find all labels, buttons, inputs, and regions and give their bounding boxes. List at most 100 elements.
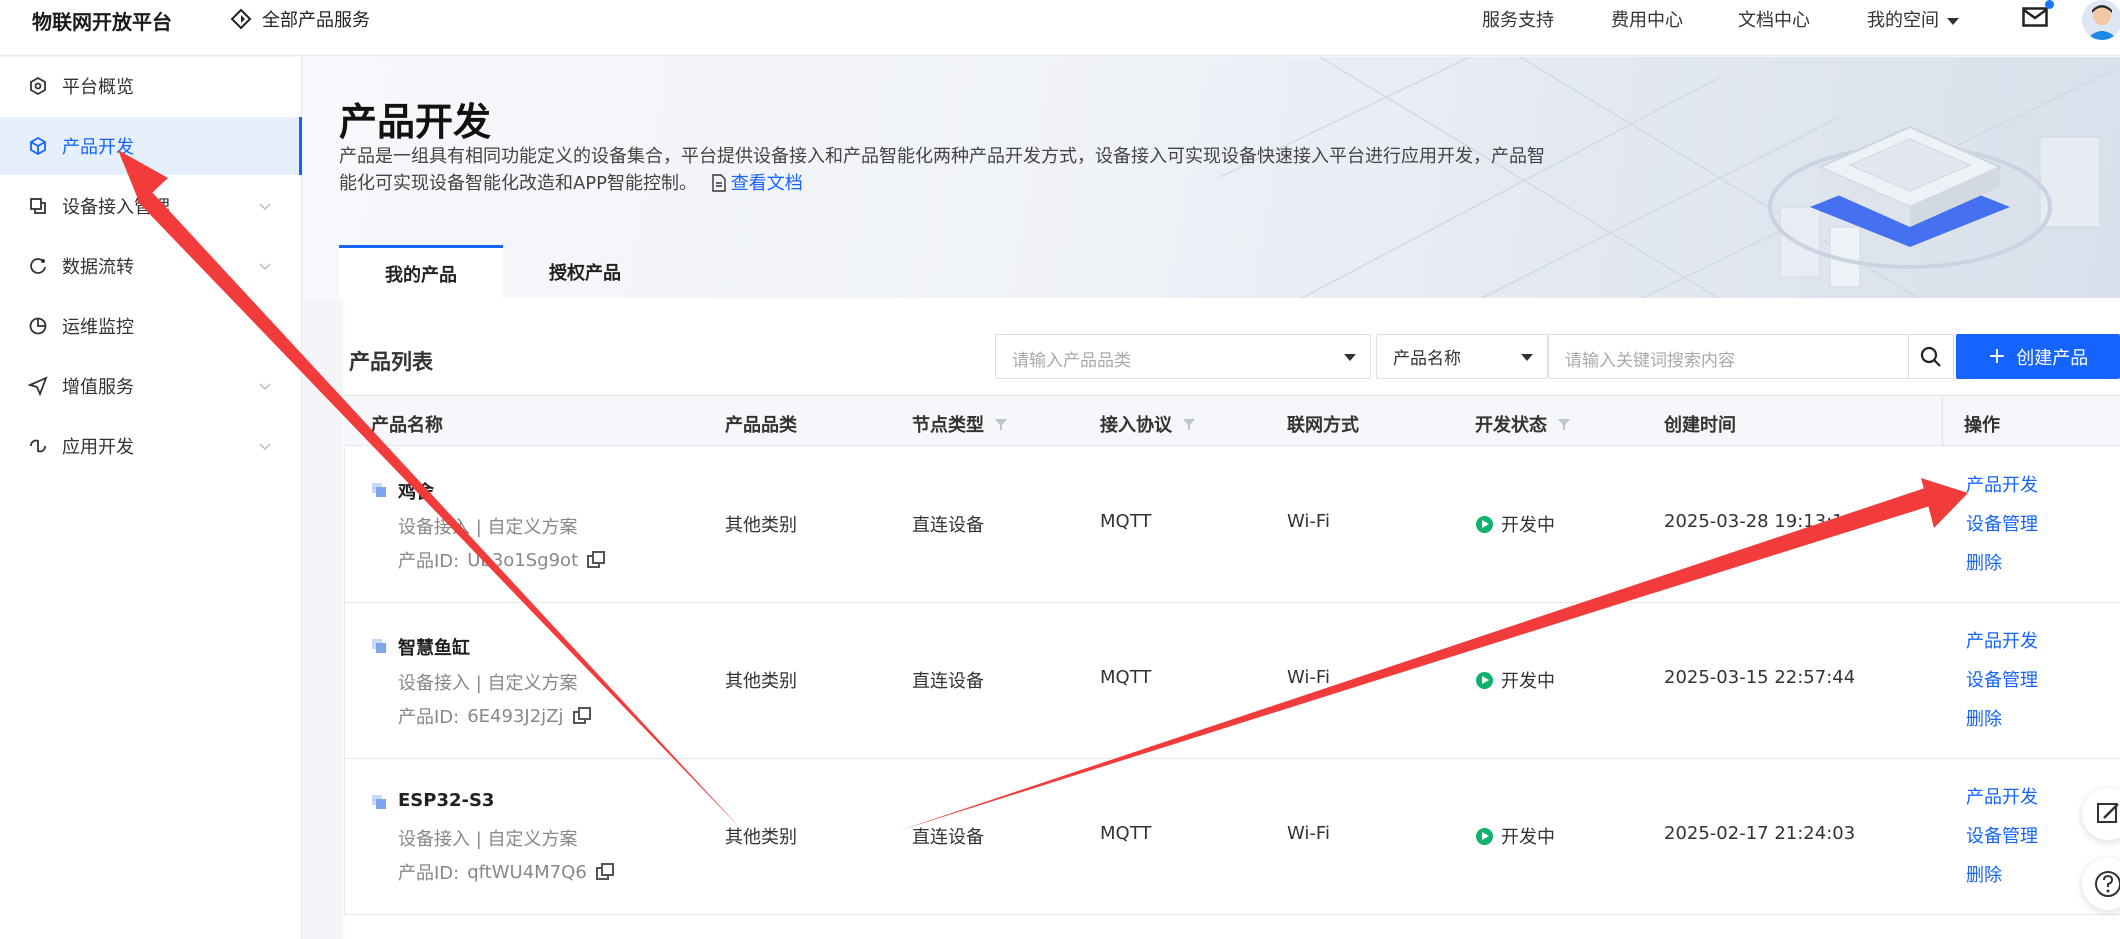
- nav-my-space[interactable]: 我的空间: [1867, 6, 1959, 32]
- copy-icon[interactable]: [595, 862, 615, 882]
- action-product-dev[interactable]: 产品开发: [1966, 627, 2038, 653]
- search-field-select[interactable]: 产品名称: [1376, 334, 1548, 379]
- product-category: 其他类别: [725, 515, 797, 536]
- action-device-manage[interactable]: 设备管理: [1966, 666, 2038, 692]
- action-delete[interactable]: 删除: [1966, 705, 2002, 731]
- all-products-menu[interactable]: 全部产品服务: [230, 6, 370, 32]
- tab-my-products[interactable]: 我的产品: [339, 245, 503, 299]
- column-divider: [1942, 396, 1943, 447]
- tab-authorized-products[interactable]: 授权产品: [503, 245, 667, 299]
- node-type: 直连设备: [912, 827, 984, 848]
- avatar[interactable]: [2082, 0, 2120, 40]
- action-delete[interactable]: 删除: [1966, 861, 2002, 887]
- edit-icon: [2097, 803, 2119, 823]
- table-row: ESP32-S3 设备接入 | 自定义方案 产品ID: qftWU4M7Q6 其他…: [344, 759, 2120, 915]
- feedback-button[interactable]: [2082, 788, 2120, 840]
- product-category: 其他类别: [725, 671, 797, 692]
- search-button[interactable]: [1908, 334, 1954, 379]
- col-actions: 操作: [1964, 415, 2000, 436]
- protocol: MQTT: [1100, 823, 1152, 844]
- action-device-manage[interactable]: 设备管理: [1966, 822, 2038, 848]
- created-time: 2025-02-17 21:24:03: [1664, 823, 1856, 844]
- node-type: 直连设备: [912, 515, 984, 536]
- network-type: Wi-Fi: [1287, 667, 1330, 688]
- sidebar-item-data-flow[interactable]: 数据流转: [0, 237, 302, 295]
- top-bar: 物联网开放平台 全部产品服务 服务支持 费用中心 文档中心 我的空间: [0, 0, 2120, 56]
- sidebar-item-label: 产品开发: [62, 137, 134, 158]
- notification-dot: [2045, 0, 2054, 9]
- sidebar-item-app-dev[interactable]: 应用开发: [0, 417, 302, 475]
- search-field-value: 产品名称: [1393, 349, 1461, 369]
- sidebar-item-ops-monitor[interactable]: 运维监控: [0, 297, 302, 355]
- sidebar: 平台概览 产品开发 设备接入管理 数据流转 运维监控 增值服务 应用开发: [0, 57, 302, 939]
- page-banner: 产品开发 产品是一组具有相同功能定义的设备集合，平台提供设备接入和产品智能化两种…: [303, 57, 2120, 299]
- col-node-type[interactable]: 节点类型: [912, 411, 1008, 437]
- sidebar-item-overview[interactable]: 平台概览: [0, 57, 302, 115]
- chevron-down-icon: [259, 383, 271, 391]
- search-input[interactable]: 请输入关键词搜索内容: [1548, 334, 1934, 379]
- sidebar-item-label: 设备接入管理: [62, 197, 170, 218]
- all-products-label: 全部产品服务: [262, 10, 370, 31]
- product-access-type: 设备接入 | 自定义方案: [398, 829, 578, 850]
- nav-billing-center[interactable]: 费用中心: [1611, 6, 1683, 32]
- mail-icon[interactable]: [2022, 7, 2048, 27]
- network-type: Wi-Fi: [1287, 823, 1330, 844]
- col-category: 产品品类: [725, 415, 797, 436]
- search-placeholder: 请输入关键词搜索内容: [1565, 351, 1735, 371]
- col-protocol[interactable]: 接入协议: [1100, 411, 1196, 437]
- nav-service-support[interactable]: 服务支持: [1482, 6, 1554, 32]
- product-name[interactable]: 智慧鱼缸: [398, 634, 470, 660]
- sidebar-item-product-dev[interactable]: 产品开发: [0, 117, 302, 175]
- filter-icon[interactable]: [1182, 417, 1196, 431]
- help-icon: [2095, 871, 2120, 897]
- create-product-label: 创建产品: [2016, 347, 2089, 369]
- sidebar-item-label: 数据流转: [62, 257, 134, 278]
- chevron-down-icon: [259, 443, 271, 451]
- category-select[interactable]: 请输入产品品类: [995, 334, 1371, 379]
- sidebar-item-label: 平台概览: [62, 77, 134, 98]
- action-product-dev[interactable]: 产品开发: [1966, 783, 2038, 809]
- help-button[interactable]: [2082, 858, 2120, 910]
- product-tabs: 我的产品 授权产品: [339, 245, 667, 299]
- col-network: 联网方式: [1287, 415, 1359, 436]
- platform-logo[interactable]: 物联网开放平台: [32, 6, 172, 35]
- action-device-manage[interactable]: 设备管理: [1966, 510, 2038, 536]
- page-description: 产品是一组具有相同功能定义的设备集合，平台提供设备接入和产品智能化两种产品开发方…: [339, 143, 1549, 197]
- hexagon-icon: [30, 76, 46, 96]
- filter-icon[interactable]: [994, 417, 1008, 431]
- table-row: 鸡舍 设备接入 | 自定义方案 产品ID: Ub3o1Sg9ot 其他类别 直连设…: [344, 447, 2120, 603]
- copy-icon[interactable]: [586, 550, 606, 570]
- created-time: 2025-03-28 19:13:11: [1664, 511, 1856, 532]
- sidebar-item-value-added[interactable]: 增值服务: [0, 357, 302, 415]
- product-name[interactable]: 鸡舍: [398, 478, 434, 504]
- play-icon: [1476, 827, 1493, 845]
- product-name[interactable]: ESP32-S3: [398, 790, 494, 811]
- filter-icon[interactable]: [1557, 417, 1571, 431]
- create-product-button[interactable]: + 创建产品: [1956, 334, 2120, 379]
- nav-doc-center[interactable]: 文档中心: [1738, 6, 1810, 32]
- product-id: 产品ID: qftWU4M7Q6: [398, 859, 615, 885]
- table-header: 产品名称 产品品类 节点类型 接入协议 联网方式 开发状态 创建时间 操作: [344, 395, 2120, 447]
- col-product-name: 产品名称: [371, 415, 443, 436]
- play-icon: [1476, 515, 1493, 533]
- view-docs-link[interactable]: 查看文档: [731, 173, 803, 194]
- copy-icon[interactable]: [572, 706, 592, 726]
- sidebar-item-device-access[interactable]: 设备接入管理: [0, 177, 302, 235]
- action-product-dev[interactable]: 产品开发: [1966, 471, 2038, 497]
- network-type: Wi-Fi: [1287, 511, 1330, 532]
- page-title: 产品开发: [339, 100, 492, 144]
- app-icon: [30, 439, 46, 453]
- list-title: 产品列表: [349, 350, 433, 374]
- pie-chart-icon: [29, 317, 47, 335]
- document-icon: [712, 174, 726, 192]
- diamond-icon: [230, 8, 252, 30]
- status-badge: 开发中: [1476, 511, 1555, 537]
- action-delete[interactable]: 删除: [1966, 549, 2002, 575]
- protocol: MQTT: [1100, 511, 1152, 532]
- data-flow-icon: [30, 258, 46, 274]
- device-icon: [30, 198, 46, 214]
- product-icon: [372, 795, 386, 809]
- col-dev-status[interactable]: 开发状态: [1475, 411, 1571, 437]
- search-icon: [1920, 346, 1941, 367]
- category-placeholder: 请输入产品品类: [1012, 351, 1131, 371]
